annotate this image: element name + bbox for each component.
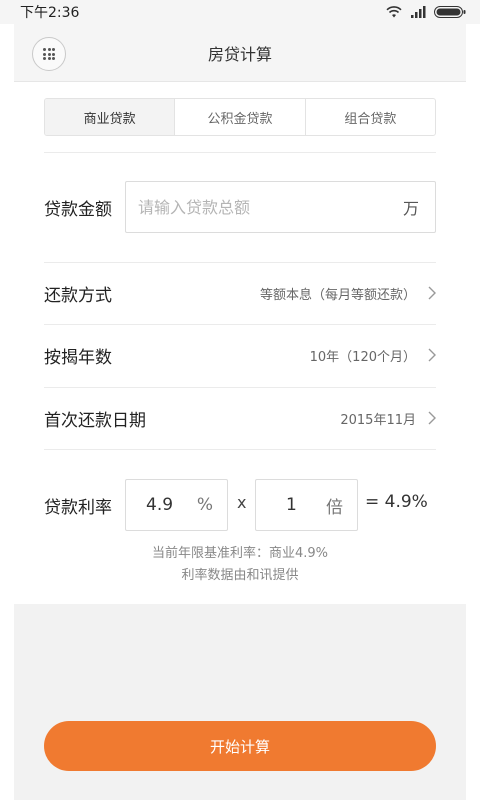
header: 房贷计算 [14, 24, 466, 82]
chevron-right-icon [428, 411, 436, 425]
menu-button[interactable] [32, 37, 66, 71]
rate-result: = 4.9% [365, 492, 428, 512]
rate-multiplier-field[interactable]: 1 倍 [255, 479, 358, 531]
loan-amount-unit: 万 [402, 199, 419, 218]
base-rate-value: 4.9 [146, 495, 174, 515]
first-payment-date-label: 首次还款日期 [44, 410, 146, 431]
rate-multiplier-value: 1 [286, 495, 297, 515]
loan-amount-field[interactable]: 万 [125, 181, 436, 233]
loan-years-label: 按揭年数 [44, 347, 112, 368]
loan-years-row[interactable]: 按揭年数 10年（120个月） [44, 325, 436, 385]
base-rate-unit: % [196, 495, 213, 515]
repayment-method-row[interactable]: 还款方式 等额本息（每月等额还款） [44, 263, 436, 323]
loan-rate-row: 贷款利率 4.9 % x 1 倍 = 4.9% [44, 479, 436, 531]
base-rate-note: 当前年限基准利率：商业4.9% [151, 546, 329, 561]
loan-type-tabs: 商业贷款 公积金贷款 组合贷款 [44, 98, 436, 136]
status-bar: 下午2:36 [0, 0, 480, 24]
app-frame: 房贷计算 商业贷款 公积金贷款 组合贷款 贷款金额 万 还款方式 等额本息（每月… [14, 24, 466, 800]
tab-commercial-loan[interactable]: 商业贷款 [45, 99, 176, 135]
loan-rate-label: 贷款利率 [44, 498, 112, 518]
start-calculation-button[interactable]: 开始计算 [44, 721, 436, 771]
loan-amount-label: 贷款金额 [44, 200, 112, 220]
chevron-right-icon [428, 348, 436, 362]
repayment-method-value: 等额本息（每月等额还款） [259, 287, 416, 303]
first-payment-date-value: 2015年11月 [340, 412, 416, 428]
status-time: 下午2:36 [20, 5, 80, 21]
status-icons [386, 6, 466, 18]
divider [44, 449, 436, 450]
wifi-icon [386, 6, 402, 18]
base-rate-field[interactable]: 4.9 % [125, 479, 228, 531]
rate-multiplier-unit: 倍 [326, 497, 343, 518]
rate-source-note: 利率数据由和讯提供 [181, 568, 299, 583]
loan-years-value: 10年（120个月） [309, 349, 416, 365]
calculator-panel: 商业贷款 公积金贷款 组合贷款 贷款金额 万 还款方式 等额本息（每月等额还款）… [14, 82, 466, 604]
repayment-method-label: 还款方式 [44, 285, 112, 306]
grid-icon [43, 48, 55, 60]
tab-provident-fund-loan[interactable]: 公积金贷款 [175, 99, 306, 135]
battery-icon [434, 6, 466, 18]
chevron-right-icon [428, 286, 436, 300]
tab-combined-loan[interactable]: 组合贷款 [306, 99, 435, 135]
divider [44, 152, 436, 153]
signal-icon [411, 6, 426, 18]
times-sign: x [237, 493, 247, 512]
loan-amount-input[interactable] [138, 197, 368, 217]
first-payment-date-row[interactable]: 首次还款日期 2015年11月 [44, 388, 436, 448]
page-title: 房贷计算 [207, 45, 272, 64]
